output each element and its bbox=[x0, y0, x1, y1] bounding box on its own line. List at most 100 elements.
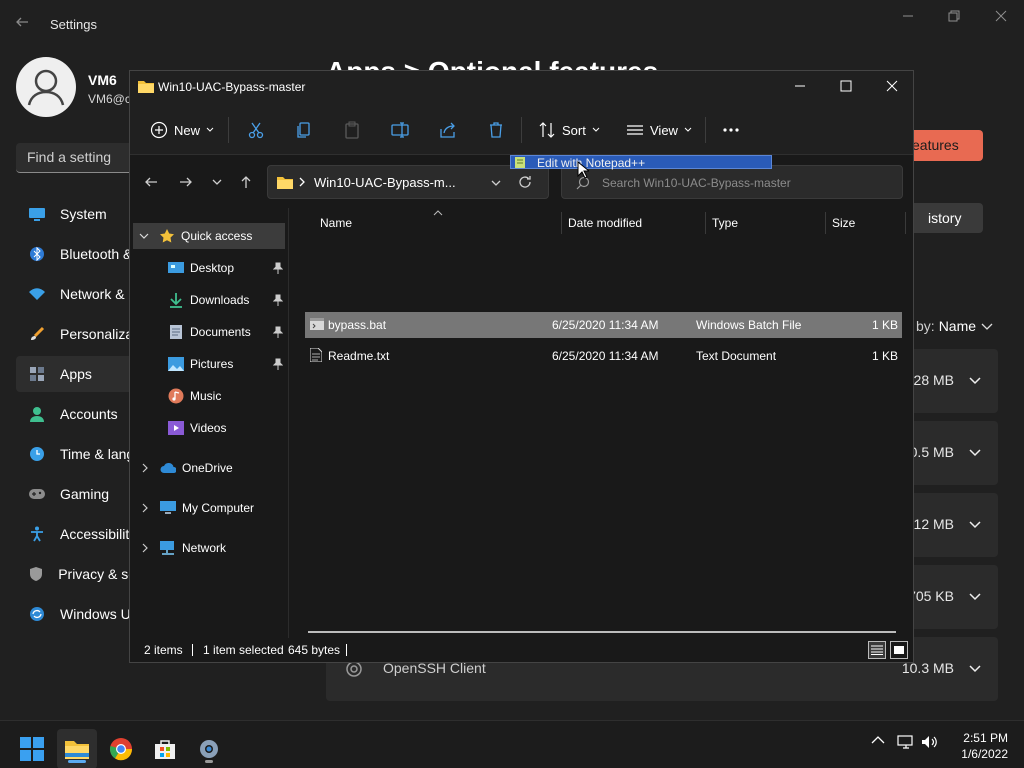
nav-music[interactable]: Music bbox=[130, 383, 288, 409]
share-button[interactable] bbox=[439, 118, 457, 142]
chevron-right-icon[interactable] bbox=[140, 463, 150, 473]
search-input[interactable]: Search Win10-UAC-Bypass-master bbox=[561, 165, 903, 199]
minimize-button[interactable] bbox=[888, 4, 928, 28]
nav-item-accounts[interactable]: Accounts bbox=[16, 396, 136, 432]
close-button[interactable] bbox=[981, 4, 1021, 28]
nav-videos[interactable]: Videos bbox=[130, 415, 288, 441]
chevron-right-icon bbox=[298, 177, 306, 187]
address-bar[interactable]: Win10-UAC-Bypass-m... bbox=[267, 165, 549, 199]
horizontal-scrollbar[interactable] bbox=[308, 631, 896, 633]
nav-item-network[interactable]: Network & bbox=[16, 276, 136, 312]
sort-by-dropdown[interactable]: by: Name bbox=[916, 318, 994, 334]
column-header-type[interactable]: Type bbox=[712, 208, 738, 238]
restore-button[interactable] bbox=[934, 4, 974, 28]
update-icon bbox=[28, 605, 46, 623]
large-icons-view-button[interactable] bbox=[890, 641, 908, 659]
minimize-button[interactable] bbox=[777, 71, 823, 101]
column-divider[interactable] bbox=[705, 212, 706, 234]
brush-icon bbox=[28, 325, 46, 343]
maximize-button[interactable] bbox=[823, 71, 869, 101]
copy-button[interactable] bbox=[295, 118, 313, 142]
desktop-icon bbox=[168, 260, 184, 276]
up-button[interactable] bbox=[236, 172, 256, 192]
chevron-down-icon[interactable] bbox=[139, 231, 149, 241]
chevron-down-icon[interactable] bbox=[968, 590, 982, 604]
chevron-right-icon[interactable] bbox=[140, 503, 150, 513]
cut-button[interactable] bbox=[247, 118, 265, 142]
refresh-icon[interactable] bbox=[518, 175, 532, 189]
pictures-icon bbox=[168, 356, 184, 372]
nav-onedrive[interactable]: OneDrive bbox=[130, 455, 288, 481]
nav-item-gaming[interactable]: Gaming bbox=[16, 476, 136, 512]
copy-icon bbox=[297, 122, 310, 138]
user-name: VM6 bbox=[88, 72, 117, 88]
arrow-left-icon bbox=[145, 177, 157, 187]
start-button[interactable] bbox=[12, 729, 52, 768]
share-icon bbox=[440, 122, 455, 138]
delete-button[interactable] bbox=[487, 118, 505, 142]
network-status-icon[interactable] bbox=[897, 735, 915, 749]
nav-item-privacy[interactable]: Privacy & se bbox=[16, 556, 136, 592]
chevron-down-icon[interactable] bbox=[968, 662, 982, 676]
pin-icon[interactable] bbox=[272, 294, 284, 306]
chevron-down-icon[interactable] bbox=[968, 518, 982, 532]
plus-circle-icon bbox=[150, 121, 168, 139]
explorer-titlebar[interactable]: Win10-UAC-Bypass-master bbox=[130, 71, 913, 103]
column-header-size[interactable]: Size bbox=[832, 208, 855, 238]
back-button[interactable] bbox=[141, 172, 161, 192]
chevron-down-icon[interactable] bbox=[968, 374, 982, 388]
selection-count: 1 item selected bbox=[203, 643, 284, 657]
nav-item-windows-update[interactable]: Windows U bbox=[16, 596, 136, 632]
volume-icon[interactable] bbox=[921, 735, 939, 749]
forward-button[interactable] bbox=[176, 172, 196, 192]
paste-button[interactable] bbox=[343, 118, 361, 142]
file-row-readme-txt[interactable]: Readme.txt 6/25/2020 11:34 AM Text Docum… bbox=[305, 343, 902, 369]
pin-icon[interactable] bbox=[272, 262, 284, 274]
recent-locations-button[interactable] bbox=[207, 172, 227, 192]
notepad-plus-plus-icon bbox=[515, 157, 527, 168]
close-button[interactable] bbox=[869, 71, 915, 101]
toolbar-divider bbox=[521, 117, 522, 143]
system-clock[interactable]: 2:51 PM 1/6/2022 bbox=[961, 730, 1008, 762]
new-button[interactable]: New bbox=[150, 118, 214, 142]
more-options-button[interactable] bbox=[722, 118, 740, 142]
nav-my-computer[interactable]: My Computer bbox=[130, 495, 288, 521]
column-header-date[interactable]: Date modified bbox=[568, 208, 642, 238]
nav-item-system[interactable]: System bbox=[16, 196, 136, 232]
taskbar-store[interactable] bbox=[145, 729, 185, 768]
show-hidden-icons-button[interactable] bbox=[871, 735, 885, 745]
view-button[interactable]: View bbox=[626, 118, 692, 142]
file-list: Name Date modified Type Size bypass.bat … bbox=[289, 208, 913, 638]
nav-documents[interactable]: Documents bbox=[130, 319, 288, 345]
chevron-down-icon[interactable] bbox=[491, 178, 501, 188]
nav-pictures[interactable]: Pictures bbox=[130, 351, 288, 377]
avatar[interactable] bbox=[16, 57, 76, 117]
rename-button[interactable] bbox=[391, 118, 409, 142]
nav-item-personalization[interactable]: Personaliza bbox=[16, 316, 136, 352]
taskbar-chrome[interactable] bbox=[101, 729, 141, 768]
nav-desktop[interactable]: Desktop bbox=[130, 255, 288, 281]
nav-item-time[interactable]: Time & lang bbox=[16, 436, 136, 472]
context-menu-item-edit-notepad[interactable]: Edit with Notepad++ bbox=[510, 155, 772, 170]
column-divider[interactable] bbox=[825, 212, 826, 234]
pin-icon[interactable] bbox=[272, 326, 284, 338]
sort-button[interactable]: Sort bbox=[538, 118, 600, 142]
settings-title: Settings bbox=[50, 17, 97, 32]
column-divider[interactable] bbox=[905, 212, 906, 234]
chevron-right-icon[interactable] bbox=[140, 543, 150, 553]
back-arrow-icon[interactable] bbox=[14, 14, 34, 34]
nav-item-apps[interactable]: Apps bbox=[16, 356, 136, 392]
nav-item-accessibility[interactable]: Accessibilit bbox=[16, 516, 136, 552]
settings-search-input[interactable]: Find a setting bbox=[16, 143, 146, 173]
nav-item-bluetooth[interactable]: Bluetooth & bbox=[16, 236, 136, 272]
column-header-name[interactable]: Name bbox=[320, 208, 352, 238]
details-view-button[interactable] bbox=[868, 641, 886, 659]
nav-network[interactable]: Network bbox=[130, 535, 288, 561]
nav-quick-access[interactable]: Quick access bbox=[133, 223, 285, 249]
running-app-indicator bbox=[205, 760, 213, 763]
file-row-bypass-bat[interactable]: bypass.bat 6/25/2020 11:34 AM Windows Ba… bbox=[305, 312, 902, 338]
pin-icon[interactable] bbox=[272, 358, 284, 370]
column-divider[interactable] bbox=[561, 212, 562, 234]
chevron-down-icon[interactable] bbox=[968, 446, 982, 460]
nav-downloads[interactable]: Downloads bbox=[130, 287, 288, 313]
